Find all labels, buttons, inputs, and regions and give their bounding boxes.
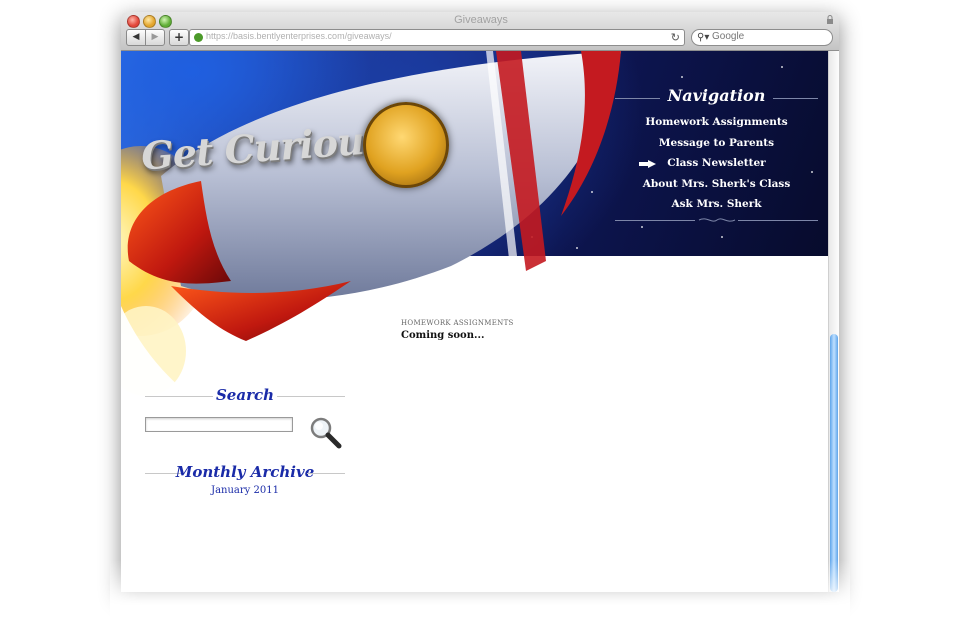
navigation-heading-row: Navigation <box>615 86 818 108</box>
browser-search-field[interactable]: ⚲▾ Google <box>691 29 833 46</box>
browser-window: Giveaways ◀ ▶ + https://basis.bentlyente… <box>121 12 839 592</box>
history-buttons: ◀ ▶ <box>126 29 165 46</box>
magnifier-search-icon[interactable] <box>308 415 344 451</box>
section-label: HOMEWORK ASSIGNMENTS <box>401 319 514 327</box>
nav-item-homework-assignments[interactable]: Homework Assignments <box>615 116 818 128</box>
site-search-input[interactable] <box>145 417 293 432</box>
archive-heading: Monthly Archive <box>175 463 315 481</box>
archive-heading-row: Monthly Archive <box>145 463 345 483</box>
navigation-menu: Navigation Homework Assignments Message … <box>615 86 818 226</box>
section-body-text: Coming soon... <box>401 330 485 341</box>
site-favicon-icon <box>194 33 203 42</box>
mascot-badge-icon <box>363 102 449 188</box>
close-window-button[interactable] <box>127 15 140 28</box>
browser-toolbar: Giveaways ◀ ▶ + https://basis.bentlyente… <box>121 12 839 51</box>
vertical-scrollbar[interactable] <box>828 51 839 592</box>
address-bar[interactable]: https://basis.bentlyenterprises.com/give… <box>189 29 685 46</box>
lock-icon <box>827 15 833 24</box>
window-title: Giveaways <box>454 14 508 26</box>
back-arrow-icon[interactable]: ◀ <box>127 30 145 45</box>
address-text: https://basis.bentlyenterprises.com/give… <box>206 31 392 41</box>
pointing-hand-icon <box>639 160 656 168</box>
zoom-window-button[interactable] <box>159 15 172 28</box>
nav-item-about-class[interactable]: About Mrs. Sherk's Class <box>615 178 818 190</box>
browser-search-placeholder: Google <box>712 31 745 42</box>
forward-arrow-icon[interactable]: ▶ <box>146 30 164 45</box>
search-heading: Search <box>215 386 275 404</box>
navigation-title: Navigation <box>667 86 766 105</box>
search-heading-row: Search <box>145 386 345 406</box>
page-viewport: Get Curious Navigation Homework Assignme… <box>121 51 839 592</box>
nav-item-message-to-parents[interactable]: Message to Parents <box>615 137 818 149</box>
reload-icon[interactable]: ↻ <box>671 30 680 45</box>
archive-link-january-2011[interactable]: January 2011 <box>145 485 345 496</box>
search-dropdown-icon[interactable]: ⚲▾ <box>697 30 709 45</box>
add-bookmark-button[interactable]: + <box>169 29 189 46</box>
nav-item-ask-mrs-sherk[interactable]: Ask Mrs. Sherk <box>615 198 818 210</box>
minimize-window-button[interactable] <box>143 15 156 28</box>
scrollbar-thumb[interactable] <box>830 334 838 592</box>
window-bottom-fade <box>110 560 850 643</box>
flourish-ornament-icon <box>698 218 736 222</box>
